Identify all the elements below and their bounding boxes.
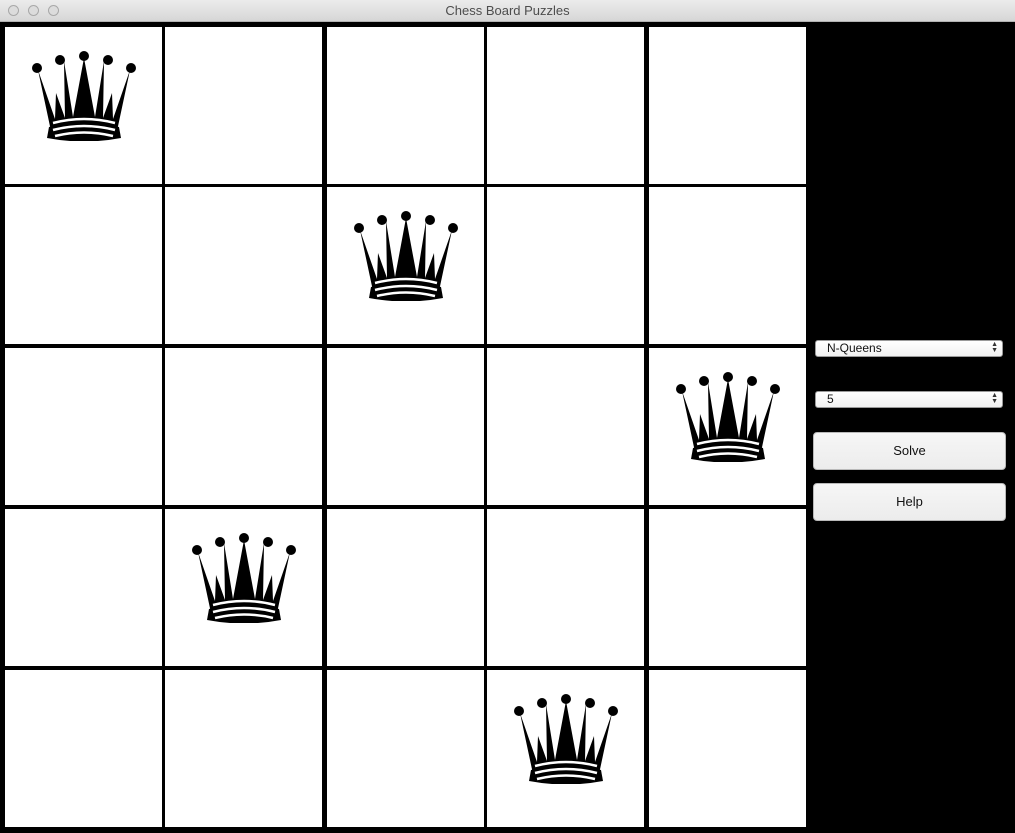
board-square-r1-c2[interactable] [165,27,322,184]
board-square-r3-c4[interactable] [487,348,644,505]
board-square-r4-c3[interactable] [327,509,484,666]
board-square-r5-c4[interactable] [487,670,644,827]
queen-icon [189,523,299,624]
board-square-r2-c5[interactable] [649,187,806,344]
board-square-r2-c4[interactable] [487,187,644,344]
puzzle-type-select[interactable]: N-Queens ▲ ▼ [815,340,1003,357]
board-square-r4-c2[interactable] [165,509,322,666]
board-square-r4-c5[interactable] [649,509,806,666]
board-square-r2-c3[interactable] [327,187,484,344]
board-square-r3-c5[interactable] [649,348,806,505]
board-square-r2-c1[interactable] [5,187,162,344]
help-button[interactable]: Help [813,483,1006,521]
queen-icon [673,362,783,463]
select-arrows-icon: ▲ ▼ [991,341,998,354]
board-square-r1-c1[interactable] [5,27,162,184]
app-window: Chess Board Puzzles N-Queens ▲ ▼ 5 ▲ ▼ Sol… [0,0,1015,833]
board-square-r3-c3[interactable] [327,348,484,505]
queen-icon [351,201,461,302]
solve-button[interactable]: Solve [813,432,1006,470]
board-square-r1-c3[interactable] [327,27,484,184]
queen-icon [29,41,139,142]
board-square-r1-c4[interactable] [487,27,644,184]
queen-icon [511,684,621,785]
title-bar: Chess Board Puzzles [0,0,1015,22]
board-square-r2-c2[interactable] [165,187,322,344]
board-size-value: 5 [827,392,834,406]
puzzle-type-value: N-Queens [827,341,882,355]
board-square-r4-c4[interactable] [487,509,644,666]
board-square-r3-c1[interactable] [5,348,162,505]
select-arrows-icon: ▲ ▼ [991,392,998,405]
board-square-r3-c2[interactable] [165,348,322,505]
board-square-r5-c1[interactable] [5,670,162,827]
control-panel: N-Queens ▲ ▼ 5 ▲ ▼ Solve Help [810,22,1015,833]
window-title: Chess Board Puzzles [445,3,570,18]
board-square-r5-c2[interactable] [165,670,322,827]
board-size-select[interactable]: 5 ▲ ▼ [815,391,1003,408]
board-square-r5-c3[interactable] [327,670,484,827]
board-square-r4-c1[interactable] [5,509,162,666]
board-square-r1-c5[interactable] [649,27,806,184]
board-square-r5-c5[interactable] [649,670,806,827]
chess-board [0,22,810,833]
